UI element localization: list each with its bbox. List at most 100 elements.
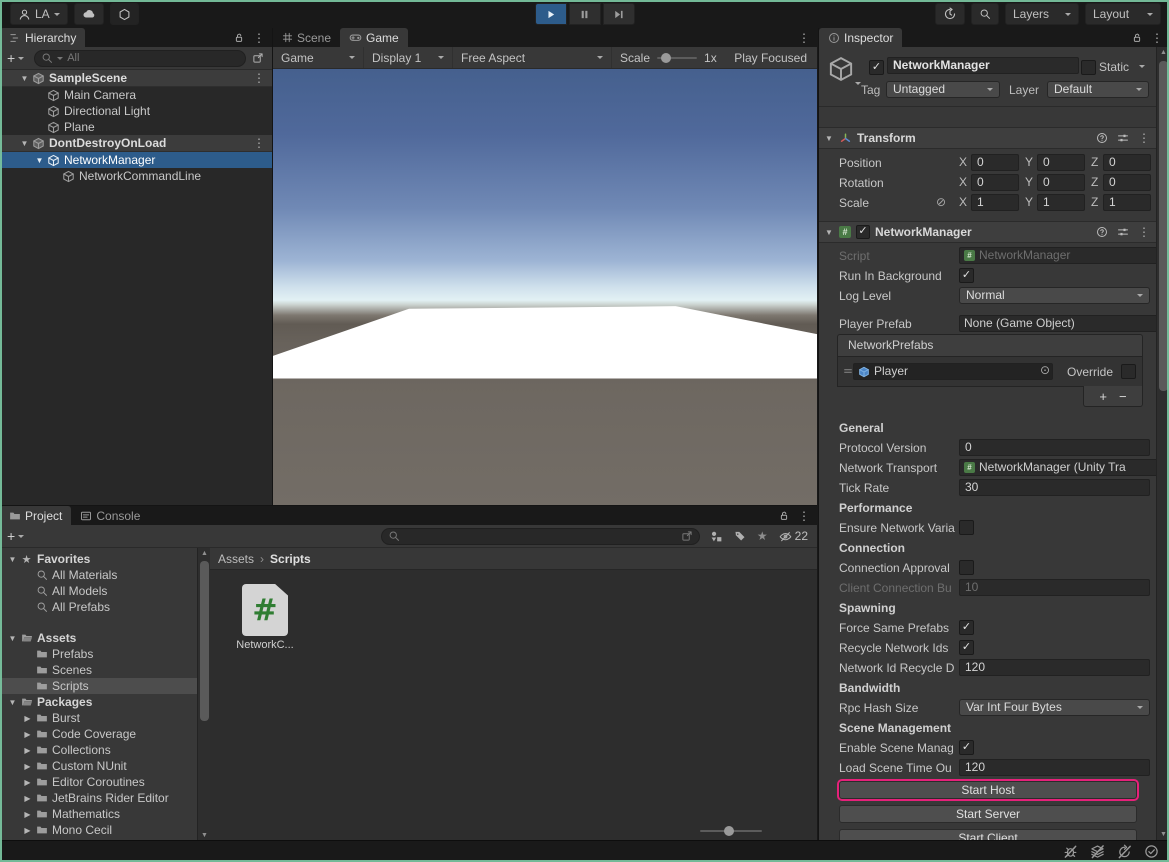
inspector-checkbox[interactable]: ✓ (959, 640, 974, 655)
expander-closed-icon[interactable]: ▶ (21, 746, 34, 755)
pause-button[interactable] (569, 3, 601, 25)
cloud-services-button[interactable] (74, 3, 104, 25)
networkmanager-header[interactable]: ▼#✓NetworkManager⋮ (819, 221, 1157, 243)
inspector-checkbox[interactable] (959, 560, 974, 575)
network-prefab-item[interactable]: Player⊙Override (837, 357, 1143, 387)
tab-scene[interactable]: Scene (273, 28, 340, 47)
transform-y-field[interactable]: 1 (1037, 194, 1085, 211)
expander-closed-icon[interactable]: ▶ (21, 730, 34, 739)
tab-project[interactable]: Project (0, 506, 71, 525)
expander-open-icon[interactable]: ▼ (33, 156, 46, 165)
inspector-text-field[interactable]: 30 (959, 479, 1150, 496)
kebab-menu-icon[interactable]: ⋮ (798, 510, 810, 522)
aspect-dropdown[interactable]: Free Aspect (453, 47, 612, 68)
kebab-menu-icon[interactable]: ⋮ (253, 136, 265, 150)
help-icon[interactable] (1096, 132, 1108, 144)
hierarchy-search-input[interactable]: All (34, 50, 246, 67)
inspector-text-field[interactable]: 10 (959, 579, 1150, 596)
presets-icon[interactable] (1117, 226, 1129, 238)
transform-y-field[interactable]: 0 (1037, 174, 1085, 191)
play-focused-toggle[interactable]: Play Focused (734, 51, 817, 65)
lock-icon[interactable] (1131, 32, 1143, 44)
kebab-menu-icon[interactable]: ⋮ (798, 32, 810, 44)
inspector-object-field[interactable]: #NetworkManager⊙ (959, 247, 1169, 264)
create-caret-icon[interactable] (18, 535, 24, 538)
layer-dropdown[interactable]: Default (1047, 81, 1149, 98)
kebab-menu-icon[interactable]: ⋮ (253, 71, 265, 85)
display-dropdown[interactable]: Display 1 (364, 47, 453, 68)
hierarchy-row[interactable]: NetworkCommandLine (0, 168, 272, 184)
active-checkbox[interactable]: ✓ (869, 60, 884, 75)
inspector-checkbox[interactable]: ✓ (959, 620, 974, 635)
inspector-checkbox[interactable]: ✓ (959, 268, 974, 283)
transform-z-field[interactable]: 0 (1103, 154, 1151, 171)
inspector-text-field[interactable]: 120 (959, 659, 1150, 676)
project-tree-row[interactable]: ▶Editor Coroutines (0, 774, 197, 790)
hierarchy-row[interactable]: Main Camera (0, 87, 272, 103)
tab-hierarchy[interactable]: Hierarchy (0, 28, 85, 47)
project-tree-row[interactable]: All Prefabs (0, 599, 197, 615)
expander-closed-icon[interactable]: ▶ (21, 778, 34, 787)
hierarchy-row[interactable]: ▼DontDestroyOnLoad⋮ (0, 135, 272, 152)
open-in-window-icon[interactable] (681, 530, 693, 542)
game-target-dropdown[interactable]: Game (273, 47, 364, 68)
inspector-checkbox[interactable]: ✓ (959, 740, 974, 755)
debugger-disabled-icon[interactable] (1063, 844, 1078, 859)
expander-closed-icon[interactable]: ▶ (21, 810, 34, 819)
step-button[interactable] (603, 3, 635, 25)
project-tree-row[interactable]: ▶JetBrains Rider Editor (0, 790, 197, 806)
transform-x-field[interactable]: 1 (971, 194, 1019, 211)
remove-prefab-button[interactable]: − (1119, 389, 1127, 404)
link-off-icon[interactable]: ⊘ (936, 195, 946, 209)
project-tree-row[interactable]: Prefabs (0, 646, 197, 662)
project-tree-row[interactable]: ▶Code Coverage (0, 726, 197, 742)
kebab-menu-icon[interactable]: ⋮ (1151, 32, 1163, 44)
layers-dropdown[interactable]: Layers (1005, 3, 1079, 25)
project-tree-row[interactable]: ▶Collections (0, 742, 197, 758)
project-tree-row[interactable]: ▼Packages (0, 694, 197, 710)
transform-x-field[interactable]: 0 (971, 174, 1019, 191)
thumbnail-size-slider[interactable] (700, 830, 762, 832)
create-button[interactable]: + (7, 528, 15, 544)
activity-ok-icon[interactable] (1144, 844, 1159, 859)
breadcrumb-scripts[interactable]: Scripts (270, 552, 311, 566)
breadcrumb-assets[interactable]: Assets (218, 552, 254, 566)
hierarchy-row[interactable]: Plane (0, 119, 272, 135)
inspector-dropdown[interactable]: Var Int Four Bytes (959, 699, 1150, 716)
transform-z-field[interactable]: 1 (1103, 194, 1151, 211)
override-checkbox[interactable] (1121, 364, 1136, 379)
global-search-button[interactable] (971, 3, 999, 25)
presets-icon[interactable] (1117, 132, 1129, 144)
inspector-text-field[interactable]: 0 (959, 439, 1150, 456)
static-caret-icon[interactable] (1139, 65, 1145, 68)
project-tree-row[interactable]: ▶Mono Cecil (0, 822, 197, 838)
tab-game[interactable]: Game (340, 28, 408, 47)
transform-y-field[interactable]: 0 (1037, 154, 1085, 171)
fold-arrow-icon[interactable]: ▼ (824, 228, 834, 237)
expander-open-icon[interactable]: ▼ (18, 74, 31, 83)
fold-arrow-icon[interactable]: ▼ (824, 134, 834, 143)
lock-icon[interactable] (778, 510, 790, 522)
open-in-window-icon[interactable] (252, 52, 264, 64)
expander-closed-icon[interactable]: ▶ (21, 714, 34, 723)
kebab-menu-icon[interactable]: ⋮ (253, 32, 265, 44)
cache-disabled-icon[interactable] (1090, 844, 1105, 859)
component-enabled-checkbox[interactable]: ✓ (856, 225, 870, 239)
project-tree-row[interactable]: All Materials (0, 567, 197, 583)
expander-open-icon[interactable]: ▼ (6, 698, 19, 707)
help-icon[interactable] (1096, 226, 1108, 238)
inspector-object-field[interactable]: #NetworkManager (Unity Tra⊙ (959, 459, 1169, 476)
expander-closed-icon[interactable]: ▶ (21, 794, 34, 803)
create-caret-icon[interactable] (18, 57, 24, 60)
inspector-object-field[interactable]: None (Game Object)⊙ (959, 315, 1169, 332)
project-tree-row[interactable]: ▶Custom NUnit (0, 758, 197, 774)
expander-open-icon[interactable]: ▼ (6, 555, 19, 564)
project-tree-row[interactable]: ▼★Favorites (0, 551, 197, 567)
hidden-packages-icon[interactable] (779, 530, 792, 543)
drag-handle-icon[interactable] (843, 365, 853, 379)
object-picker-icon[interactable]: ⊙ (1040, 363, 1050, 378)
inspector-scrollbar[interactable]: ▲ ▼ (1156, 47, 1169, 840)
project-search-input[interactable] (381, 528, 700, 545)
account-button[interactable]: LA (10, 3, 68, 25)
refresh-disabled-icon[interactable] (1117, 844, 1132, 859)
